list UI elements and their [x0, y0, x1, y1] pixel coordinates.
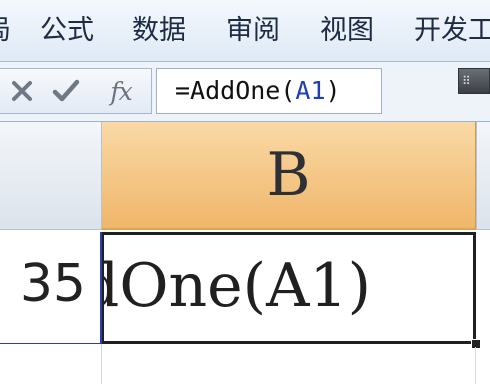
- formula-input[interactable]: =AddOne(A1): [156, 68, 382, 114]
- tab-review[interactable]: 审阅: [226, 12, 280, 50]
- formula-bar: fx =AddOne(A1) ⠿: [0, 62, 490, 122]
- cell-a2[interactable]: [0, 344, 102, 384]
- tab-developer[interactable]: 开发工: [414, 12, 490, 50]
- spreadsheet-window: 局 公式 数据 审阅 视图 开发工 fx =AddOne(A1) ⠿: [0, 0, 490, 384]
- enter-button[interactable]: [50, 74, 82, 108]
- cell-b1[interactable]: =AddOne(A1): [102, 232, 476, 344]
- insert-function-button[interactable]: fx: [100, 74, 142, 108]
- cell-a1-value: 35: [19, 254, 86, 314]
- check-icon: [52, 79, 80, 102]
- column-header-b-label: B: [266, 140, 311, 210]
- cell-b2[interactable]: [102, 347, 476, 384]
- formula-bar-buttons: fx: [0, 68, 152, 114]
- formula-text-prefix: =AddOne(: [175, 76, 296, 105]
- cell-b1-text: =AddOne(A1): [104, 251, 371, 321]
- function-icon: fx: [110, 76, 132, 106]
- column-header-a[interactable]: [0, 122, 102, 230]
- formula-cell-reference: A1: [295, 76, 326, 105]
- column-header-b[interactable]: B: [102, 122, 476, 230]
- tab-view[interactable]: 视图: [320, 12, 374, 50]
- tab-layout[interactable]: 局: [0, 12, 11, 50]
- tab-formulas[interactable]: 公式: [40, 12, 94, 50]
- ribbon-tab-strip: 局 公式 数据 审阅 视图 开发工: [0, 0, 490, 62]
- cell-a1[interactable]: 35: [0, 232, 102, 344]
- formula-bar-expand-handle[interactable]: ⠿: [458, 68, 490, 94]
- tab-data[interactable]: 数据: [132, 12, 186, 50]
- column-header-c[interactable]: [476, 122, 490, 230]
- cancel-button[interactable]: [8, 74, 36, 108]
- formula-text-suffix: ): [325, 76, 341, 105]
- worksheet-grid: B 35 =AddOne(A1): [0, 122, 490, 384]
- close-icon: [12, 81, 32, 101]
